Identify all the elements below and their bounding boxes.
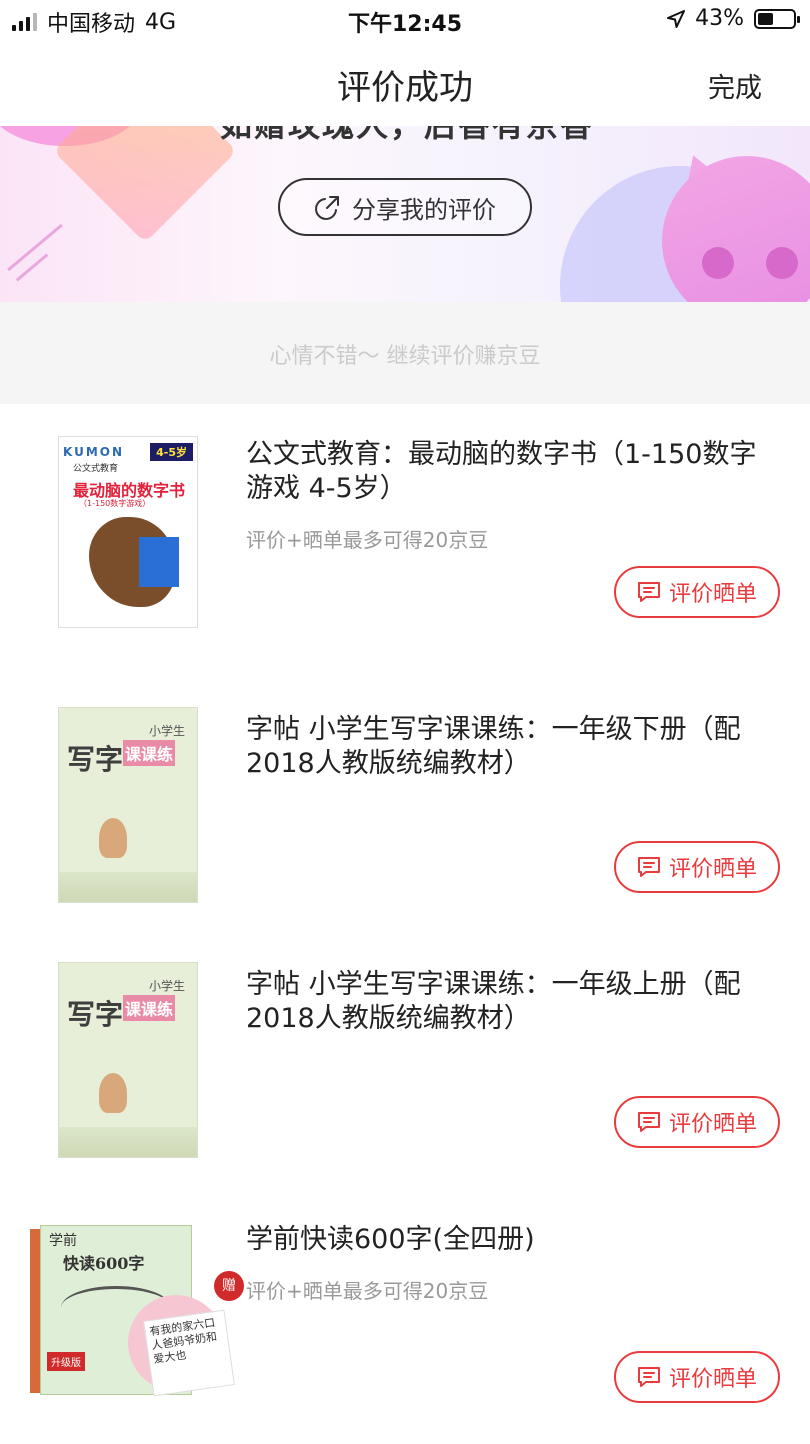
comment-icon [637,1367,660,1387]
cover-subtitle: （1-150数字游戏） [79,499,151,508]
location-arrow-icon [667,9,686,28]
book-spine [30,1229,40,1393]
cover-big-title: 写字 [67,743,124,776]
share-review-button[interactable]: 分享我的评价 [278,178,532,236]
list-item: 小学生 写字 课课练 字帖 小学生写字课课练：一年级上册（配2018人教版统编教… [0,934,810,1189]
product-name[interactable]: 字帖 小学生写字课课练：一年级下册（配2018人教版统编教材） [246,713,776,781]
rate-button-label: 评价晒单 [668,582,757,607]
list-item: 小学生 写字 课课练 字帖 小学生写字课课练：一年级下册（配2018人教版统编教… [0,679,810,934]
rate-button[interactable]: 评价晒单 [614,566,780,618]
cover-accent-title: 课课练 [123,740,176,766]
status-bar: 中国移动 4G 下午12:45 43% [0,0,810,40]
rate-button-label: 评价晒单 [668,1112,757,1137]
cover-edition-badge: 升级版 [47,1352,85,1371]
cover-top-title: 学前 [49,1233,77,1249]
rate-button[interactable]: 评价晒单 [614,1096,780,1148]
product-name[interactable]: 公文式教育：最动脑的数字书（1-150数字游戏 4-5岁） [246,438,776,506]
comment-icon [637,1112,660,1132]
list-item: KUMON 4-5岁 公文式教育 最动脑的数字书 （1-150数字游戏） 公文式… [0,404,810,659]
child-illustration [99,1073,127,1113]
reward-text: 评价+晒单最多可得20京豆 [246,1279,489,1303]
product-name[interactable]: 学前快读600字(全四册) [246,1223,776,1257]
product-cover[interactable]: 小学生 写字 课课练 [58,962,198,1158]
product-name[interactable]: 字帖 小学生写字课课练：一年级上册（配2018人教版统编教材） [246,968,776,1036]
gift-badge: 赠 [214,1271,244,1301]
cover-big-title: 写字 [67,998,124,1031]
battery-percent: 43% [695,6,744,31]
gift-card: 有我的家六口人爸妈爷奶和爱大也 [143,1309,235,1397]
rate-button[interactable]: 评价晒单 [614,841,780,893]
status-right: 43% [667,6,800,31]
cover-small-title: 小学生 [149,724,186,738]
cover-accent-title: 课课练 [123,995,176,1021]
hint-text: 心情不错～ 继续评价赚京豆 [269,344,541,369]
banner-partial-text: 如赠玫瑰人，后香有京香 [220,126,594,146]
cover-brand: KUMON [63,445,125,459]
done-button[interactable]: 完成 [708,66,762,105]
rate-button[interactable]: 评价晒单 [614,1351,780,1403]
cover-decoration [59,1127,197,1157]
cover-age-badge: 4-5岁 [150,443,193,461]
reward-text: 评价+晒单最多可得20京豆 [246,528,489,552]
comment-icon [637,582,660,602]
cover-decoration [139,537,179,587]
battery-icon [754,8,800,29]
cover-title: 快读600字 [63,1254,145,1273]
comment-icon [637,857,660,877]
continue-review-hint: 心情不错～ 继续评价赚京豆 [0,302,810,404]
rate-button-label: 评价晒单 [668,857,757,882]
child-illustration [99,818,127,858]
rate-button-label: 评价晒单 [668,1367,757,1392]
product-cover[interactable]: 学前 快读600字 升级版 有我的家六口人爸妈爷奶和爱大也 赠 [28,1217,244,1411]
cover-decoration [59,872,197,902]
share-icon [315,196,339,220]
nav-bar: 评价成功 完成 [0,40,810,126]
mascot-eye [766,247,798,279]
battery-fill [758,12,773,25]
product-cover[interactable]: 小学生 写字 课课练 [58,707,198,903]
cover-header: KUMON 4-5岁 [63,441,193,463]
cover-small-title: 小学生 [149,979,186,993]
share-review-label: 分享我的评价 [352,195,496,224]
envelope-decoration [53,126,237,243]
product-cover[interactable]: KUMON 4-5岁 公文式教育 最动脑的数字书 （1-150数字游戏） [58,436,198,628]
page-title: 评价成功 [337,68,473,108]
mascot-eye [702,247,734,279]
success-banner: 如赠玫瑰人，后香有京香 分享我的评价 [0,126,810,302]
cover-series: 公文式教育 [73,464,119,474]
list-item: 学前 快读600字 升级版 有我的家六口人爸妈爷奶和爱大也 赠 学前快读600字… [0,1189,810,1444]
